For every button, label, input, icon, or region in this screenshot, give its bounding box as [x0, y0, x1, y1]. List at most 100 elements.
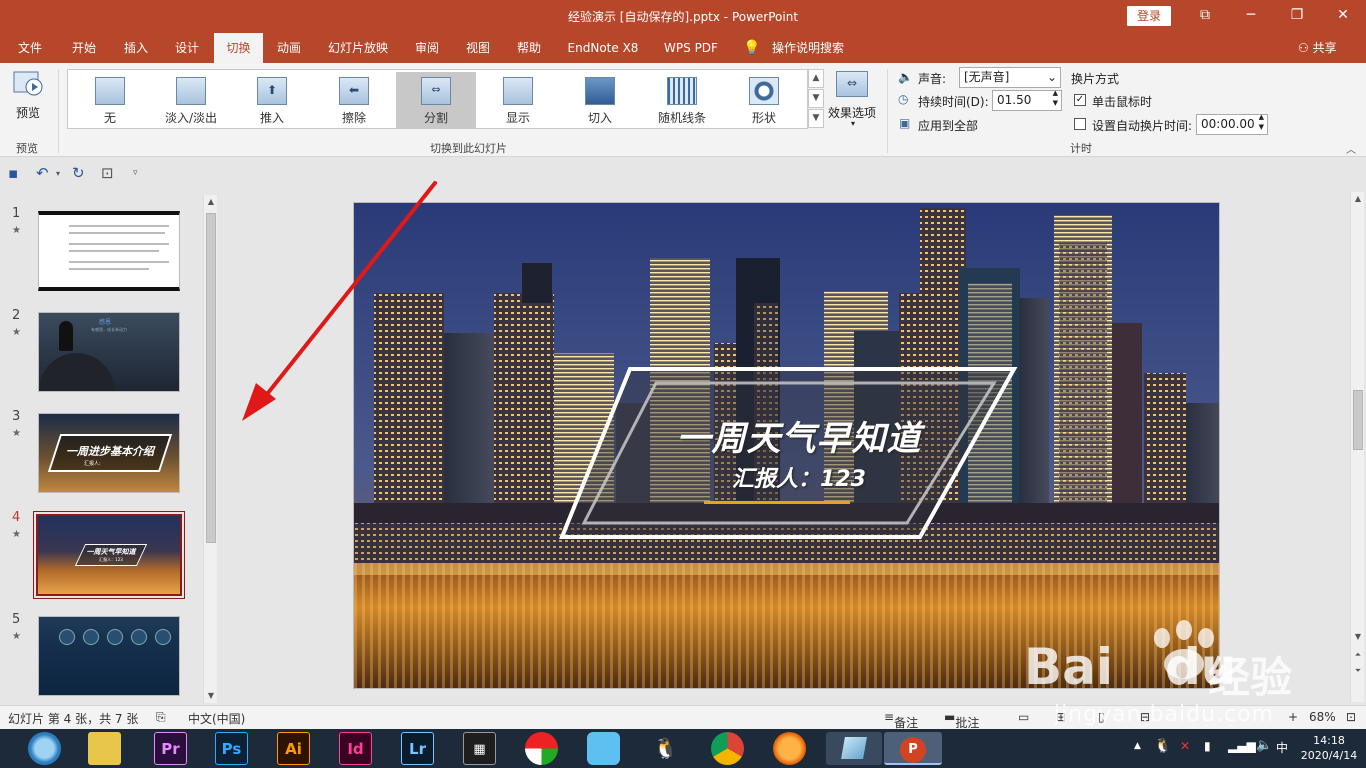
show-hidden-icons-icon[interactable]: ▲	[1134, 741, 1141, 751]
normal-view-icon[interactable]: ▭	[1018, 710, 1029, 724]
system-clock[interactable]: 14:18 2020/4/14	[1296, 733, 1362, 763]
transition-random-bars[interactable]: 随机线条	[642, 72, 722, 128]
network-icon[interactable]: ▂▄▆	[1228, 739, 1256, 753]
video-editor-icon[interactable]: ▦	[463, 732, 496, 765]
customize-toolbar-icon[interactable]: ▿	[133, 168, 138, 178]
scroll-down-icon[interactable]: ▼	[1351, 632, 1365, 641]
language-status[interactable]: 中文(中国)	[188, 710, 245, 727]
login-button[interactable]: 登录	[1127, 6, 1171, 26]
indesign-icon[interactable]: Id	[339, 732, 372, 765]
undo-dropdown-icon[interactable]: ▾	[56, 169, 60, 178]
spellcheck-icon[interactable]: ⎘	[156, 710, 166, 725]
spinner-icon[interactable]: ▲ ▼	[1053, 88, 1058, 108]
scrollbar-thumb[interactable]	[1353, 390, 1363, 450]
ribbon-display-icon[interactable]: ⧉	[1182, 0, 1228, 33]
tab-slideshow[interactable]: 幻灯片放映	[320, 33, 396, 63]
share-button[interactable]: ⚇ 共享	[1298, 33, 1337, 63]
slide-subtitle[interactable]: 汇报人：123	[674, 461, 924, 493]
transition-fade[interactable]: 淡入/淡出	[151, 72, 231, 128]
qq-tray-icon[interactable]: 🐧	[1154, 738, 1171, 754]
chat-app-icon[interactable]	[587, 732, 620, 765]
notes-button[interactable]: ≡ 备注	[884, 710, 918, 730]
previous-slide-icon[interactable]: ⏶	[1351, 650, 1365, 660]
collapse-ribbon-icon[interactable]: ︿	[1346, 141, 1356, 156]
slide-thumbnail-4[interactable]: 一周天气早知道 汇报人：123	[36, 514, 182, 596]
reading-view-icon[interactable]: ▯	[1098, 710, 1105, 724]
scroll-up-icon[interactable]: ▲	[1351, 194, 1365, 203]
photoshop-icon[interactable]: Ps	[215, 732, 248, 765]
qq-icon[interactable]: 🐧	[649, 732, 682, 765]
slide-thumbnail-1[interactable]	[38, 211, 180, 291]
volume-icon[interactable]: 🔈	[1256, 738, 1272, 753]
tab-transitions[interactable]: 切换	[214, 33, 263, 63]
tab-design[interactable]: 设计	[165, 33, 209, 63]
illustrator-icon[interactable]: Ai	[277, 732, 310, 765]
transition-wipe[interactable]: ⬅ 擦除	[314, 72, 394, 128]
tab-animations[interactable]: 动画	[267, 33, 311, 63]
transition-none[interactable]: 无	[70, 72, 150, 128]
tab-home[interactable]: 开始	[62, 33, 106, 63]
tab-view[interactable]: 视图	[456, 33, 500, 63]
duration-input[interactable]: 01.50 ▲ ▼	[992, 88, 1062, 111]
slide-thumbnail-3[interactable]: 一周进步基本介绍 汇报人:	[38, 413, 180, 493]
tab-file[interactable]: 文件	[8, 33, 52, 63]
battery-icon[interactable]: ▮	[1204, 739, 1211, 753]
premiere-icon[interactable]: Pr	[154, 732, 187, 765]
tab-help[interactable]: 帮助	[507, 33, 551, 63]
slide-title[interactable]: 一周天气早知道	[654, 411, 944, 460]
slide-scrollbar[interactable]: ▲ ▼ ⏶ ⏷	[1350, 192, 1364, 702]
next-slide-icon[interactable]: ⏷	[1351, 666, 1365, 676]
save-icon[interactable]: ▪	[8, 164, 18, 182]
on-click-checkbox[interactable]: ✓	[1074, 94, 1086, 106]
apply-to-all-button[interactable]: 应用到全部	[918, 117, 978, 134]
transition-shape[interactable]: 形状	[724, 72, 804, 128]
scroll-up-icon[interactable]: ▲	[204, 197, 218, 206]
tab-insert[interactable]: 插入	[114, 33, 158, 63]
tab-endnote[interactable]: EndNote X8	[560, 33, 646, 63]
preview-button[interactable]: 预览	[16, 104, 40, 121]
tab-wps-pdf[interactable]: WPS PDF	[654, 33, 728, 63]
undo-icon[interactable]: ↶	[36, 164, 49, 182]
current-slide[interactable]: 一周天气早知道 汇报人：123	[353, 202, 1220, 689]
tray-icon[interactable]: ✕	[1180, 739, 1190, 753]
start-slideshow-icon[interactable]: ⊡	[101, 164, 114, 182]
effect-options-icon[interactable]: ⇔	[836, 71, 868, 97]
gallery-scroll-down-icon[interactable]: ▼	[808, 89, 824, 108]
thumbnails-scrollbar[interactable]: ▲ ▼	[203, 195, 217, 703]
preview-icon[interactable]	[12, 69, 46, 99]
auto-advance-checkbox[interactable]	[1074, 118, 1086, 130]
transition-push[interactable]: ⬆ 推入	[232, 72, 312, 128]
auto-advance-time-input[interactable]: 00:00.00 ▲ ▼	[1196, 112, 1268, 135]
gallery-scroll-up-icon[interactable]: ▲	[808, 69, 824, 88]
app-icon[interactable]	[773, 732, 806, 765]
fit-to-window-icon[interactable]: ⊡	[1346, 710, 1356, 724]
effect-options-dropdown-icon[interactable]: ▾	[851, 119, 855, 128]
slideshow-view-icon[interactable]: ⊟	[1140, 710, 1150, 724]
zoom-in-icon[interactable]: +	[1288, 710, 1298, 724]
slide-thumbnail-2[interactable]: 感恩 有感恩，成长有动力	[38, 312, 180, 392]
browser-360-icon[interactable]	[28, 732, 61, 765]
transition-reveal[interactable]: 显示	[478, 72, 558, 128]
tell-me-search[interactable]: 操作说明搜索	[768, 33, 848, 63]
powerpoint-taskbar-button[interactable]: P	[884, 732, 942, 765]
slide-sorter-icon[interactable]: ⊞	[1056, 710, 1066, 724]
app-icon[interactable]	[525, 732, 558, 765]
spinner-icon[interactable]: ▲ ▼	[1259, 112, 1264, 132]
scrollbar-thumb[interactable]	[206, 213, 216, 543]
restore-button[interactable]: ❐	[1274, 0, 1320, 33]
slide-thumbnail-5[interactable]	[38, 616, 180, 696]
tab-review[interactable]: 审阅	[405, 33, 449, 63]
redo-icon[interactable]: ↻	[72, 164, 85, 182]
zoom-level[interactable]: 68%	[1309, 710, 1336, 724]
comments-button[interactable]: ▬ 批注	[944, 710, 979, 730]
sound-select[interactable]: [无声音] ⌄	[959, 67, 1061, 88]
ime-icon[interactable]: 中	[1276, 739, 1288, 756]
file-explorer-icon[interactable]	[88, 732, 121, 765]
minimize-button[interactable]: ─	[1228, 0, 1274, 33]
transition-split[interactable]: ⇔ 分割	[396, 72, 476, 128]
close-button[interactable]: ✕	[1320, 0, 1366, 33]
lightroom-icon[interactable]: Lr	[401, 732, 434, 765]
scroll-down-icon[interactable]: ▼	[204, 691, 218, 700]
chrome-icon[interactable]	[711, 732, 744, 765]
taskbar-app-button[interactable]	[826, 732, 882, 765]
